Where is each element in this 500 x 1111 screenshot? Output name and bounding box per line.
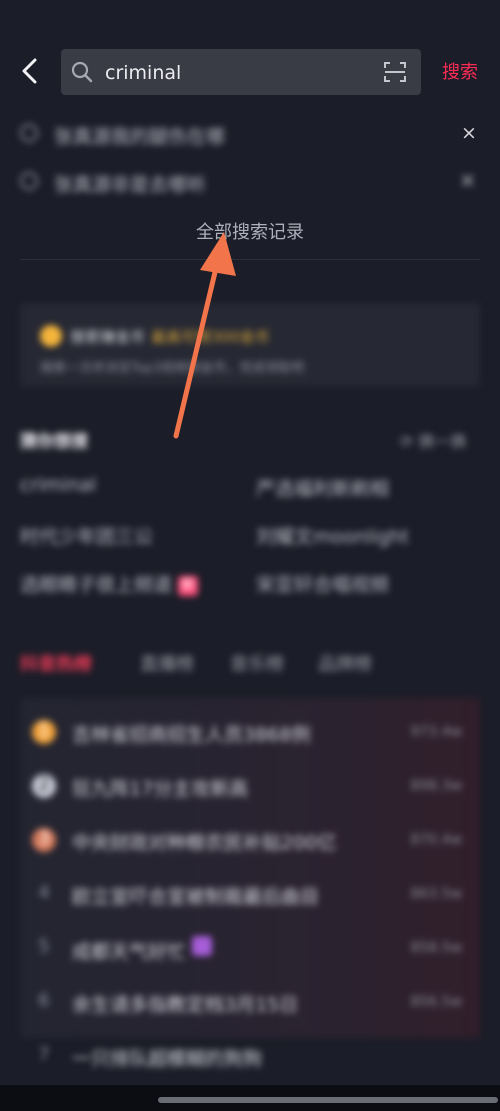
rank-number: 5: [38, 936, 50, 957]
guess-item[interactable]: 刘耀文moonlight: [256, 522, 409, 549]
divider: [20, 259, 480, 260]
coin-card-subtitle: 搜索一次并浏览Top3视频得金币，完成领取吧: [40, 361, 305, 376]
guess-item[interactable]: 选眼睛子很上频道新: [20, 570, 199, 597]
search-button[interactable]: 搜索: [442, 58, 478, 84]
tab-douyin-hot[interactable]: 抖音热榜: [20, 650, 92, 676]
search-header: 搜索: [0, 44, 500, 100]
tab-music[interactable]: 音乐榜: [230, 650, 284, 676]
delete-history-button[interactable]: ×: [461, 122, 477, 144]
chevron-left-icon: [22, 58, 37, 84]
hot-item-title: 余生请多指教定档3月15日: [72, 994, 299, 1016]
history-item-label: 张真源非是去哪听: [54, 174, 207, 196]
home-indicator[interactable]: [158, 1097, 498, 1103]
hot-item-heat: 898.3w: [410, 778, 462, 794]
guess-item[interactable]: 宋亚轩合唱视频: [256, 570, 389, 597]
coin-card-highlight: 最高可得300金币: [151, 328, 270, 346]
hot-item-title: 成都天气好忙: [72, 936, 213, 964]
hot-item-title: 欧立宣吓合宣被制裁最后曲目: [72, 886, 320, 908]
hot-list-panel: 1 吉林省招商招生人员3868例 973.4w 2 狂九阵17分主攻新高 898…: [20, 698, 480, 1038]
guess-item[interactable]: criminal: [20, 474, 96, 496]
hot-list-item[interactable]: 6 余生请多指教定档3月15日 856.5w: [20, 982, 480, 1022]
hot-item-title: 狂九阵17分主攻新高: [72, 778, 249, 800]
close-icon[interactable]: ×: [459, 168, 476, 192]
guess-item[interactable]: 严选福利新刷相: [256, 474, 389, 501]
search-icon: [71, 61, 93, 83]
hot-item-heat: 973.4w: [410, 724, 462, 740]
hot-item-heat: 858.5w: [410, 940, 462, 956]
coin-promo-card[interactable]: 搜索赚金币 最高可得300金币 搜索一次并浏览Top3视频得金币，完成领取吧: [20, 303, 480, 387]
scan-icon[interactable]: [383, 60, 407, 84]
hot-item-heat: 863.5w: [410, 886, 462, 902]
all-search-history-link[interactable]: 全部搜索记录: [0, 218, 500, 244]
history-item[interactable]: 张真源非是去哪听 ×: [18, 166, 482, 196]
guess-title: 猜你想搜: [20, 432, 88, 452]
hot-list-item[interactable]: 1 吉林省招商招生人员3868例 973.4w: [20, 712, 480, 752]
hot-item-title: 一只排队超模糊的狗狗: [72, 1048, 263, 1070]
tab-live[interactable]: 直播榜: [140, 650, 194, 676]
rank-number: 6: [38, 990, 50, 1011]
hot-item-title: 中央财政对种粮农民补贴200亿: [72, 832, 337, 854]
hot-item-title: 吉林省招商招生人员3868例: [72, 724, 311, 746]
clock-icon: [20, 172, 38, 190]
hot-item-heat: 870.4w: [410, 832, 462, 848]
refresh-button[interactable]: ⟳ 换一换: [400, 428, 467, 452]
tab-brand[interactable]: 品牌榜: [318, 650, 372, 676]
rank-medal-icon: 2: [32, 774, 56, 798]
coin-icon: [40, 325, 62, 347]
search-box[interactable]: [61, 49, 421, 95]
hot-list-item[interactable]: 2 狂九阵17分主攻新高 898.3w: [20, 766, 480, 806]
hot-badge-icon: 新: [178, 576, 199, 596]
hot-badge-icon: [192, 936, 213, 956]
clock-icon: [20, 124, 38, 142]
hot-list-item[interactable]: 5 成都天气好忙 858.5w: [20, 928, 480, 968]
hot-list-item[interactable]: 3 中央财政对种粮农民补贴200亿 870.4w: [20, 820, 480, 860]
search-input[interactable]: [103, 55, 377, 91]
rank-medal-icon: 3: [32, 828, 56, 852]
rank-number: 4: [38, 882, 50, 903]
hot-list-item[interactable]: 4 欧立宣吓合宣被制裁最后曲目 863.5w: [20, 874, 480, 914]
guess-item[interactable]: 时代少年团三公: [20, 522, 153, 549]
rank-medal-icon: 1: [32, 720, 56, 744]
hot-list-item[interactable]: 7 一只排队超模糊的狗狗: [20, 1036, 480, 1076]
back-button[interactable]: [16, 56, 46, 86]
history-item-label: 张真源我的腿伤在哪: [54, 126, 226, 148]
history-item[interactable]: 张真源我的腿伤在哪: [18, 118, 482, 148]
rank-number: 7: [38, 1044, 50, 1065]
coin-card-title: 搜索赚金币 最高可得300金币: [70, 328, 270, 346]
hot-item-heat: 856.5w: [410, 994, 462, 1010]
